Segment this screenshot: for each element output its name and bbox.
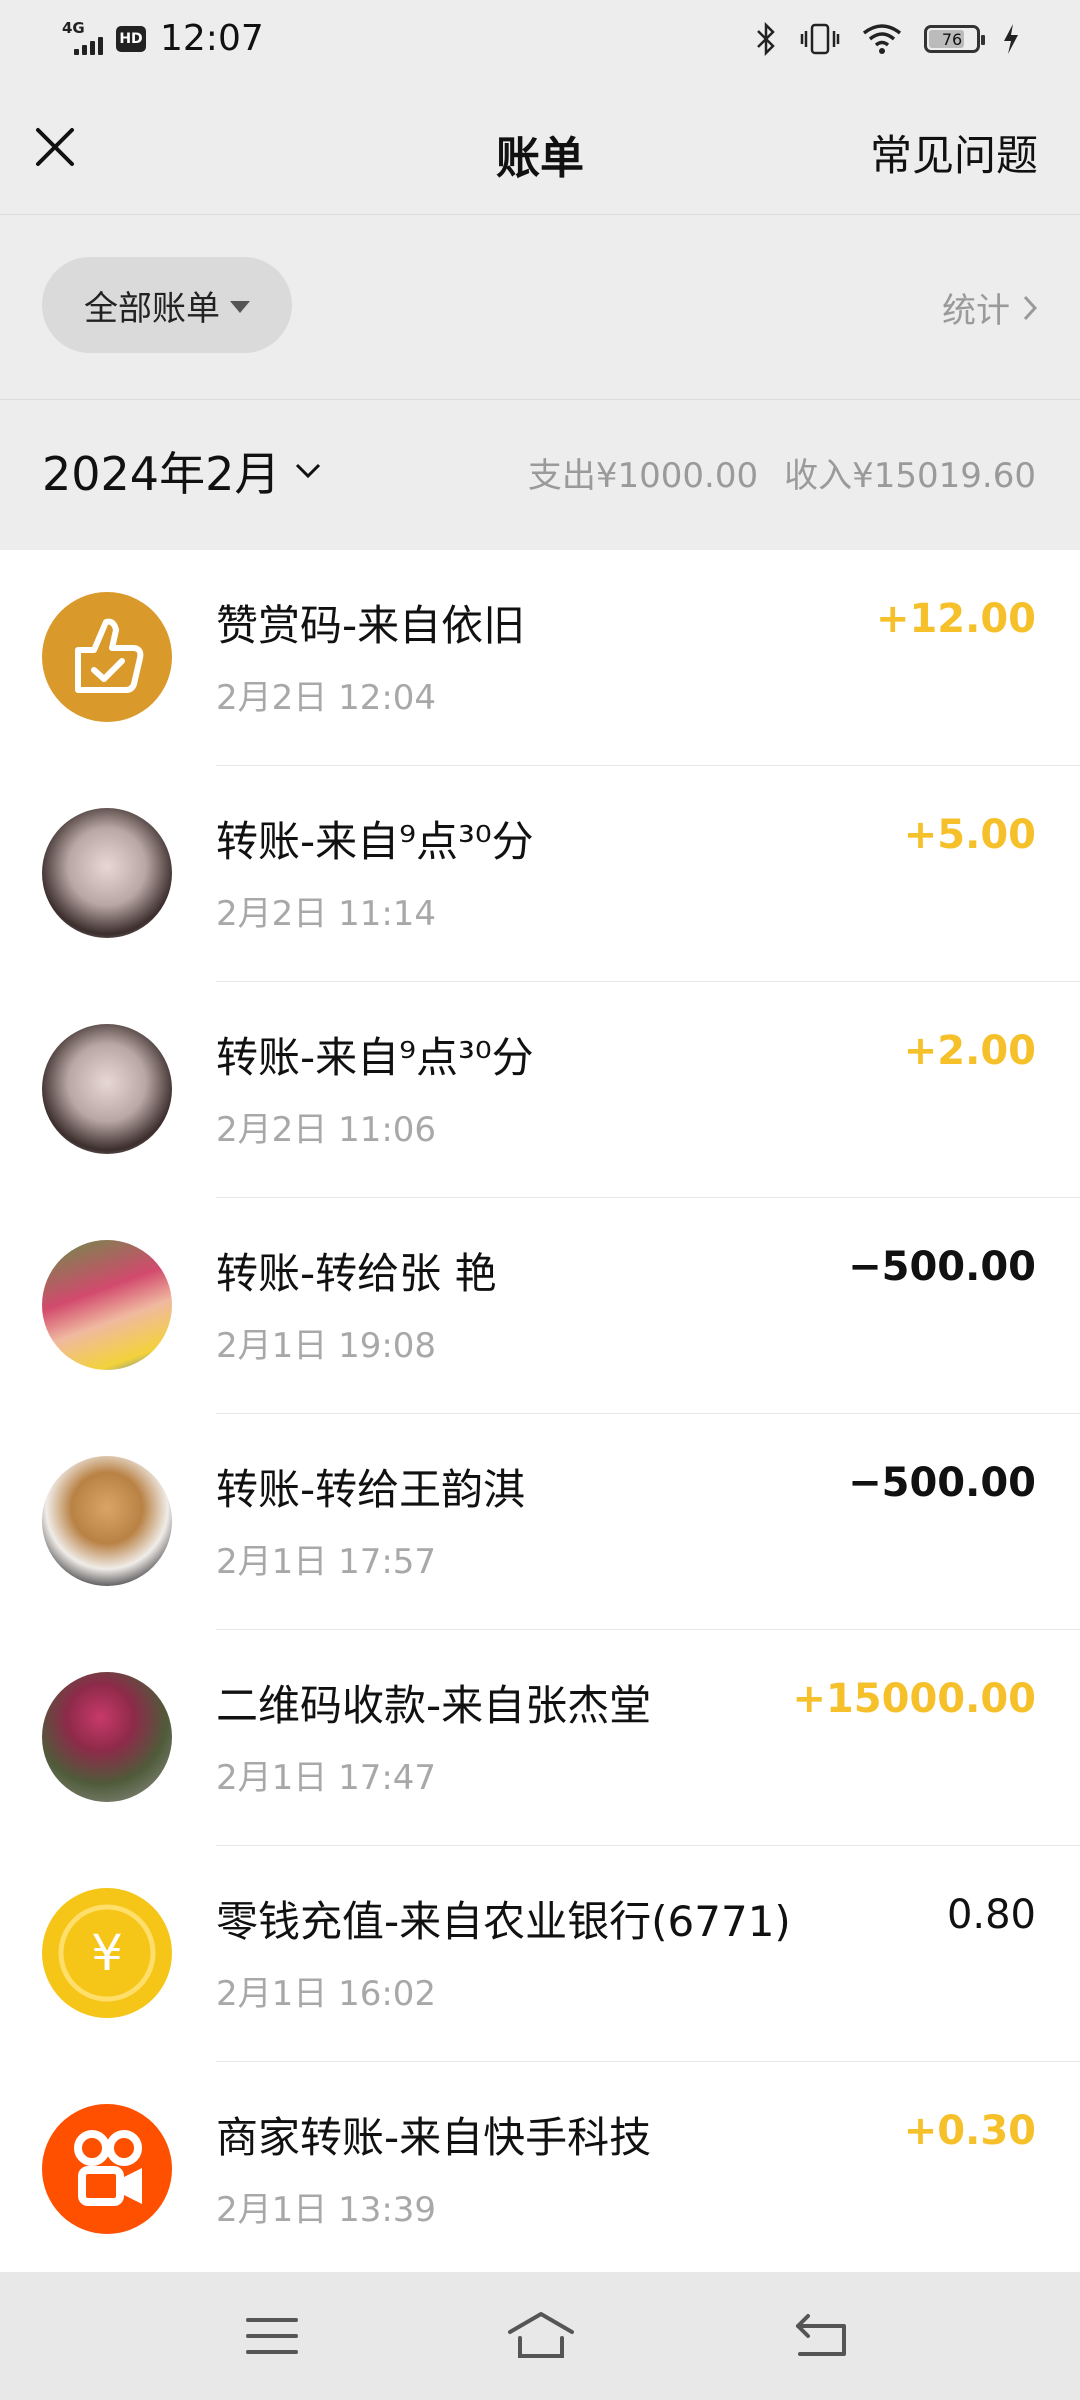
transaction-item[interactable]: ¥ 零钱充值-来自农业银行(6771) 2月1日 16:02 0.80	[0, 1846, 1080, 2062]
transaction-amount: +5.00	[903, 812, 1036, 858]
user-avatar	[42, 1672, 172, 1802]
network-type: 4G	[62, 18, 85, 37]
transaction-item[interactable]: 转账-转给张 艳 2月1日 19:08 −500.00	[0, 1198, 1080, 1414]
transaction-item[interactable]: 转账-来自⁹点³⁰分 2月2日 11:06 +2.00	[0, 982, 1080, 1198]
dropdown-triangle-icon	[230, 301, 250, 313]
user-avatar	[42, 1240, 172, 1370]
transaction-title: 商家转账-来自快手科技	[216, 2113, 652, 2162]
transaction-title: 零钱充值-来自农业银行(6771)	[216, 1897, 791, 1946]
vibrate-icon	[800, 23, 840, 55]
user-avatar	[42, 1024, 172, 1154]
transaction-item[interactable]: 赞赏码-来自依旧 2月2日 12:04 +12.00	[0, 550, 1080, 766]
month-row: 2024年2月 支出¥1000.00 收入¥15019.60	[0, 400, 1080, 550]
transaction-time: 2月2日 12:04	[216, 678, 437, 718]
chevron-right-icon	[1023, 295, 1038, 320]
month-selector[interactable]: 2024年2月	[42, 438, 322, 504]
transaction-amount: +0.30	[903, 2108, 1036, 2154]
transaction-time: 2月1日 19:08	[216, 1326, 437, 1366]
hd-icon: HD	[116, 25, 146, 52]
system-nav-bar	[0, 2272, 1080, 2400]
user-avatar	[42, 808, 172, 938]
bluetooth-icon	[757, 22, 775, 56]
transaction-list: 赞赏码-来自依旧 2月2日 12:04 +12.00 转账-来自⁹点³⁰分 2月…	[0, 550, 1080, 2272]
bill-filter-dropdown[interactable]: 全部账单	[42, 257, 292, 353]
yuan-coin-icon: ¥	[42, 1888, 172, 2018]
menu-icon[interactable]	[240, 2306, 304, 2366]
transaction-title: 转账-转给张 艳	[216, 1249, 497, 1298]
transaction-amount: +15000.00	[792, 1676, 1036, 1722]
chevron-down-icon	[296, 463, 321, 479]
expense-total: 支出¥1000.00	[527, 456, 759, 496]
transaction-item[interactable]: 转账-来自⁹点³⁰分 2月2日 11:14 +5.00	[0, 766, 1080, 982]
transaction-item[interactable]: 商家转账-来自快手科技 2月1日 13:39 +0.30	[0, 2062, 1080, 2272]
transaction-time: 2月1日 16:02	[216, 1974, 437, 2014]
status-bar: 4G HD 12:07 76	[0, 0, 1080, 80]
transaction-time: 2月2日 11:06	[216, 1110, 437, 1150]
battery-level: 76	[941, 29, 963, 49]
signal-icon: 4G	[62, 19, 106, 59]
home-icon[interactable]	[506, 2306, 576, 2366]
transaction-amount: −500.00	[848, 1244, 1036, 1290]
filter-row: 全部账单 统计	[0, 215, 1080, 400]
transaction-amount: +12.00	[875, 596, 1036, 642]
coin-symbol: ¥	[91, 1924, 123, 1982]
kuaishou-logo	[42, 2104, 172, 2234]
back-icon[interactable]	[790, 2306, 854, 2366]
month-label: 2024年2月	[42, 447, 281, 501]
stats-label: 统计	[942, 291, 1010, 331]
clock: 12:07	[160, 18, 264, 59]
transaction-title: 转账-来自⁹点³⁰分	[216, 817, 534, 866]
transaction-title: 二维码收款-来自张杰堂	[216, 1681, 652, 1730]
transaction-title: 赞赏码-来自依旧	[216, 601, 526, 650]
transaction-time: 2月1日 17:57	[216, 1542, 437, 1582]
wifi-icon	[862, 24, 902, 54]
bill-filter-label: 全部账单	[84, 288, 220, 329]
transaction-item[interactable]: 二维码收款-来自张杰堂 2月1日 17:47 +15000.00	[0, 1630, 1080, 1846]
user-avatar	[42, 1456, 172, 1586]
header: 账单 常见问题	[0, 80, 1080, 215]
transaction-amount: 0.80	[946, 1892, 1036, 1938]
transaction-time: 2月1日 13:39	[216, 2190, 437, 2230]
charging-icon	[1004, 24, 1018, 54]
faq-link[interactable]: 常见问题	[870, 122, 1038, 183]
income-total: 收入¥15019.60	[784, 456, 1036, 496]
transaction-amount: −500.00	[848, 1460, 1036, 1506]
transaction-time: 2月2日 11:14	[216, 894, 437, 934]
transaction-time: 2月1日 17:47	[216, 1758, 437, 1798]
transaction-amount: +2.00	[903, 1028, 1036, 1074]
battery-icon: 76	[924, 25, 985, 53]
transaction-item[interactable]: 转账-转给王韵淇 2月1日 17:57 −500.00	[0, 1414, 1080, 1630]
month-summary: 支出¥1000.00 收入¥15019.60	[528, 448, 1036, 497]
stats-link[interactable]: 统计	[942, 283, 1038, 332]
transaction-title: 转账-来自⁹点³⁰分	[216, 1033, 534, 1082]
thumbs-up-icon	[42, 592, 172, 722]
transaction-title: 转账-转给王韵淇	[216, 1465, 526, 1514]
